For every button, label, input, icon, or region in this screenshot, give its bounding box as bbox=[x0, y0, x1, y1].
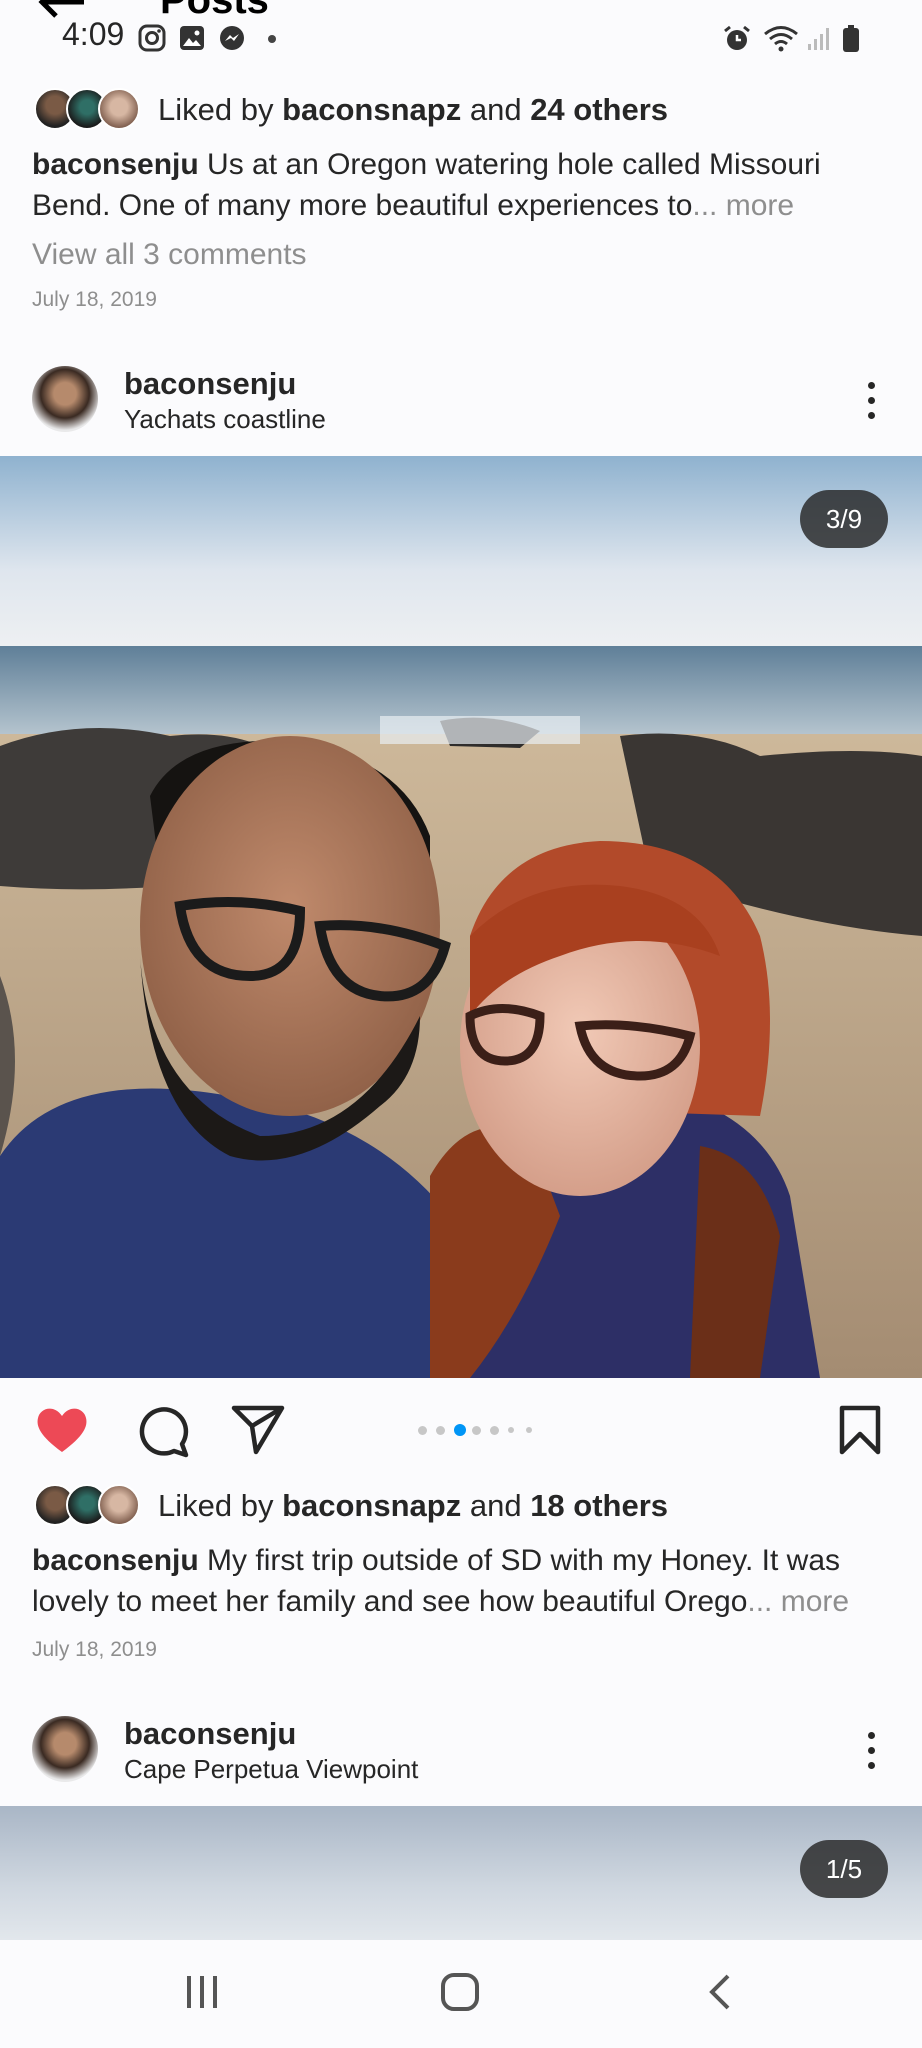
recent-apps-button[interactable] bbox=[184, 1974, 220, 2015]
avatar bbox=[98, 88, 140, 130]
post-date: July 18, 2019 bbox=[32, 1638, 157, 1661]
notification-dot-icon bbox=[268, 35, 276, 43]
liked-by-avatars[interactable] bbox=[34, 88, 144, 132]
post-location[interactable]: Yachats coastline bbox=[124, 404, 326, 435]
caption-username[interactable]: baconsenju bbox=[32, 148, 199, 181]
home-button[interactable] bbox=[440, 1972, 480, 2017]
more-options-icon[interactable] bbox=[868, 382, 878, 427]
liked-by-avatars[interactable] bbox=[34, 1484, 144, 1528]
liked-user-link[interactable]: baconsnapz bbox=[282, 1488, 461, 1523]
system-navigation-bar bbox=[0, 1940, 922, 2048]
post-username[interactable]: baconsenju bbox=[124, 1716, 296, 1752]
liked-mid: and bbox=[461, 1488, 531, 1523]
more-options-icon[interactable] bbox=[868, 1732, 878, 1777]
back-button[interactable] bbox=[34, 0, 90, 27]
alarm-icon bbox=[722, 24, 752, 54]
avatar bbox=[98, 1484, 140, 1526]
carousel-dot-active bbox=[454, 1424, 466, 1436]
liked-count-link[interactable]: 18 others bbox=[530, 1488, 668, 1523]
carousel-dot bbox=[436, 1425, 445, 1435]
liked-prefix: Liked by bbox=[158, 92, 283, 127]
carousel-counter: 1/5 bbox=[800, 1840, 888, 1898]
carousel-indicator bbox=[418, 1424, 538, 1436]
share-icon[interactable] bbox=[230, 1404, 286, 1461]
gallery-icon bbox=[178, 24, 208, 54]
caption-more-link[interactable]: ... more bbox=[692, 189, 794, 222]
bookmark-icon[interactable] bbox=[836, 1404, 884, 1461]
post-caption: baconsenju Us at an Oregon watering hole… bbox=[32, 144, 902, 226]
back-nav-button[interactable] bbox=[704, 1972, 734, 2017]
post-location[interactable]: Cape Perpetua Viewpoint bbox=[124, 1754, 418, 1785]
liked-user-link[interactable]: baconsnapz bbox=[282, 92, 461, 127]
like-icon[interactable] bbox=[34, 1404, 90, 1461]
view-comments-link[interactable]: View all 3 comments bbox=[32, 238, 307, 272]
liked-by-text[interactable]: Liked by baconsnapz and 24 others bbox=[158, 92, 668, 128]
signal-icon bbox=[806, 24, 836, 54]
post-photo[interactable]: 1/5 bbox=[0, 1806, 922, 1940]
caption-more-link[interactable]: ... more bbox=[747, 1585, 849, 1618]
comment-icon[interactable] bbox=[134, 1402, 190, 1463]
page-title: Posts bbox=[160, 0, 269, 22]
carousel-dot bbox=[418, 1425, 427, 1435]
avatar[interactable] bbox=[32, 366, 98, 432]
carousel-dot bbox=[508, 1427, 514, 1433]
post-photo[interactable]: 3/9 bbox=[0, 456, 922, 1378]
battery-icon bbox=[842, 24, 862, 54]
liked-mid: and bbox=[461, 92, 531, 127]
avatar[interactable] bbox=[32, 1716, 98, 1782]
carousel-dot bbox=[526, 1427, 532, 1433]
wifi-icon bbox=[762, 24, 802, 54]
post-username[interactable]: baconsenju bbox=[124, 366, 296, 402]
post-date: July 18, 2019 bbox=[32, 288, 157, 311]
liked-by-text[interactable]: Liked by baconsnapz and 18 others bbox=[158, 1488, 668, 1524]
carousel-dot bbox=[472, 1425, 481, 1435]
post-caption: baconsenju My first trip outside of SD w… bbox=[32, 1540, 902, 1622]
instagram-icon bbox=[138, 24, 168, 54]
carousel-dot bbox=[490, 1425, 499, 1435]
liked-prefix: Liked by bbox=[158, 1488, 283, 1523]
status-bar: 4:09 bbox=[0, 0, 922, 74]
messenger-icon bbox=[218, 24, 248, 54]
liked-count-link[interactable]: 24 others bbox=[530, 92, 668, 127]
caption-username[interactable]: baconsenju bbox=[32, 1544, 199, 1577]
carousel-counter: 3/9 bbox=[800, 490, 888, 548]
